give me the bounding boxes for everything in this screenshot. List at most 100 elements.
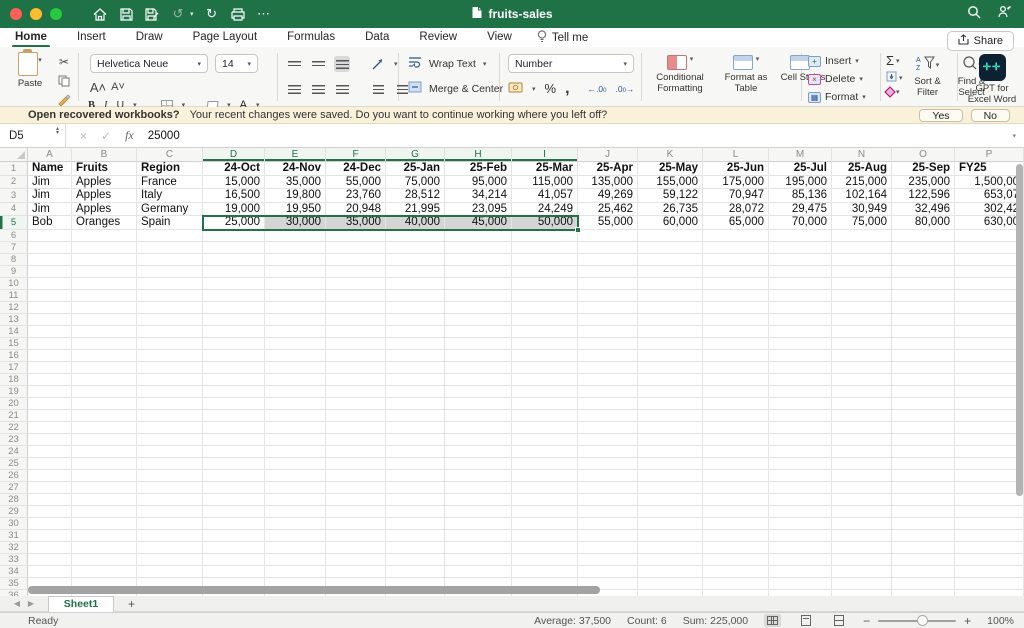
row-header-20[interactable]: 20	[0, 398, 28, 410]
cell-F32[interactable]	[326, 542, 386, 554]
cell-J14[interactable]	[578, 326, 638, 338]
cell-I11[interactable]	[512, 290, 578, 302]
row-header-8[interactable]: 8	[0, 254, 28, 266]
cell-M13[interactable]	[769, 314, 832, 326]
row-header-19[interactable]: 19	[0, 386, 28, 398]
cell-M4[interactable]: 29,475	[769, 203, 832, 217]
cell-D28[interactable]	[203, 494, 265, 506]
cell-I12[interactable]	[512, 302, 578, 314]
cell-A29[interactable]	[28, 506, 72, 518]
cell-D25[interactable]	[203, 458, 265, 470]
cell-O4[interactable]: 32,496	[892, 203, 955, 217]
decrease-decimal-icon[interactable]: .00→	[615, 84, 634, 94]
cell-J7[interactable]	[578, 242, 638, 254]
cell-P30[interactable]	[955, 518, 1024, 530]
cell-J31[interactable]	[578, 530, 638, 542]
cell-E11[interactable]	[265, 290, 326, 302]
cell-H7[interactable]	[445, 242, 512, 254]
cell-F22[interactable]	[326, 422, 386, 434]
cell-G28[interactable]	[386, 494, 445, 506]
cell-F28[interactable]	[326, 494, 386, 506]
row-header-25[interactable]: 25	[0, 458, 28, 470]
cell-D23[interactable]	[203, 434, 265, 446]
cell-P18[interactable]	[955, 374, 1024, 386]
cell-P14[interactable]	[955, 326, 1024, 338]
cell-F21[interactable]	[326, 410, 386, 422]
tell-me-button[interactable]: Tell me	[527, 30, 588, 46]
cell-B9[interactable]	[72, 266, 137, 278]
zoom-slider-thumb[interactable]	[917, 615, 928, 626]
cell-N12[interactable]	[832, 302, 892, 314]
cell-K32[interactable]	[638, 542, 703, 554]
formula-bar-expand-icon[interactable]: ▾	[1012, 132, 1016, 140]
cell-C25[interactable]	[137, 458, 203, 470]
cell-J8[interactable]	[578, 254, 638, 266]
cell-O3[interactable]: 122,596	[892, 189, 955, 203]
cell-B12[interactable]	[72, 302, 137, 314]
cell-D27[interactable]	[203, 482, 265, 494]
cell-M14[interactable]	[769, 326, 832, 338]
cell-G7[interactable]	[386, 242, 445, 254]
column-header-L[interactable]: L	[703, 148, 769, 162]
cell-N23[interactable]	[832, 434, 892, 446]
cell-G25[interactable]	[386, 458, 445, 470]
cell-G2[interactable]: 75,000	[386, 176, 445, 190]
cell-C9[interactable]	[137, 266, 203, 278]
cell-O24[interactable]	[892, 446, 955, 458]
column-header-H[interactable]: H	[445, 148, 512, 162]
cell-E4[interactable]: 19,950	[265, 203, 326, 217]
cell-P24[interactable]	[955, 446, 1024, 458]
cell-N25[interactable]	[832, 458, 892, 470]
cell-G8[interactable]	[386, 254, 445, 266]
cell-E32[interactable]	[265, 542, 326, 554]
cell-I24[interactable]	[512, 446, 578, 458]
cell-H24[interactable]	[445, 446, 512, 458]
cell-F3[interactable]: 23,760	[326, 189, 386, 203]
cell-J16[interactable]	[578, 350, 638, 362]
cell-B5[interactable]: Oranges	[72, 216, 137, 230]
cell-C10[interactable]	[137, 278, 203, 290]
cell-B15[interactable]	[72, 338, 137, 350]
cell-D15[interactable]	[203, 338, 265, 350]
align-bottom-icon[interactable]	[334, 56, 350, 72]
cell-C22[interactable]	[137, 422, 203, 434]
align-right-icon[interactable]	[334, 81, 350, 97]
cell-N8[interactable]	[832, 254, 892, 266]
cell-J21[interactable]	[578, 410, 638, 422]
column-header-D[interactable]: D	[203, 148, 265, 162]
cell-K1[interactable]: 25-May	[638, 162, 703, 176]
cell-P1[interactable]: FY25	[955, 162, 1024, 176]
cell-A9[interactable]	[28, 266, 72, 278]
cell-H20[interactable]	[445, 398, 512, 410]
cell-M5[interactable]: 70,000	[769, 216, 832, 230]
percent-style-icon[interactable]: %	[545, 81, 557, 96]
cell-B24[interactable]	[72, 446, 137, 458]
cell-F13[interactable]	[326, 314, 386, 326]
cell-E1[interactable]: 24-Nov	[265, 162, 326, 176]
cell-N27[interactable]	[832, 482, 892, 494]
cell-P11[interactable]	[955, 290, 1024, 302]
cell-L8[interactable]	[703, 254, 769, 266]
cell-I33[interactable]	[512, 554, 578, 566]
cell-E15[interactable]	[265, 338, 326, 350]
cell-N17[interactable]	[832, 362, 892, 374]
cell-B11[interactable]	[72, 290, 137, 302]
cell-B25[interactable]	[72, 458, 137, 470]
cell-K34[interactable]	[638, 566, 703, 578]
cell-F10[interactable]	[326, 278, 386, 290]
cell-I1[interactable]: 25-Mar	[512, 162, 578, 176]
cell-A12[interactable]	[28, 302, 72, 314]
cell-D3[interactable]: 16,500	[203, 189, 265, 203]
cell-G3[interactable]: 28,512	[386, 189, 445, 203]
cell-J30[interactable]	[578, 518, 638, 530]
cell-O31[interactable]	[892, 530, 955, 542]
cell-P28[interactable]	[955, 494, 1024, 506]
cell-I2[interactable]: 115,000	[512, 176, 578, 190]
cell-B21[interactable]	[72, 410, 137, 422]
column-header-C[interactable]: C	[137, 148, 203, 162]
more-commands-icon[interactable]: ⋯	[256, 6, 272, 22]
decrease-indent-icon[interactable]	[370, 81, 386, 97]
cell-N18[interactable]	[832, 374, 892, 386]
decrease-font-size-button[interactable]: A˅	[110, 79, 126, 95]
cell-H16[interactable]	[445, 350, 512, 362]
